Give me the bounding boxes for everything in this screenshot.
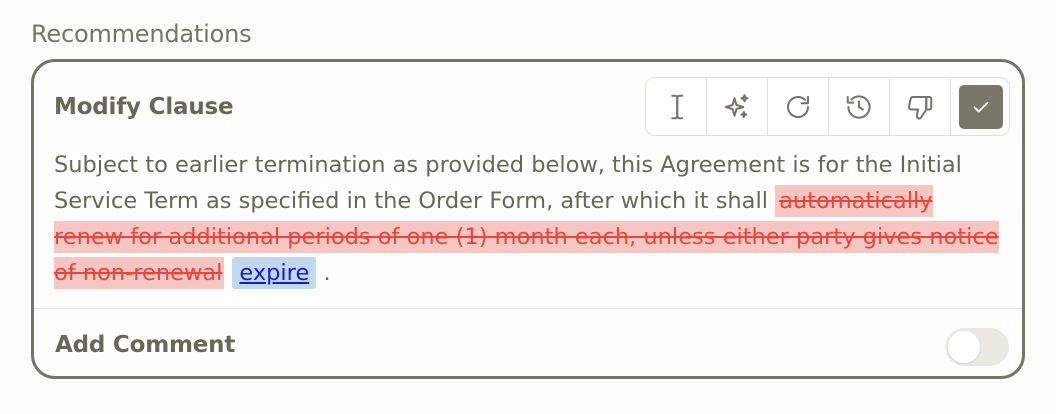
regenerate-button[interactable]: [768, 78, 829, 135]
history-button[interactable]: [829, 78, 890, 135]
clause-toolbar: [645, 77, 1010, 136]
section-title: Recommendations: [31, 20, 252, 48]
ai-rewrite-button[interactable]: [707, 78, 768, 135]
refresh-icon: [787, 95, 809, 118]
divider: [34, 308, 1022, 309]
accept-checkbox[interactable]: [959, 84, 1003, 129]
add-comment-toggle[interactable]: [945, 328, 1009, 366]
clause-suffix: .: [323, 260, 331, 286]
history-icon: [846, 94, 871, 119]
edit-text-button[interactable]: [646, 78, 707, 135]
clause-text: Subject to earlier termination as provid…: [54, 147, 1004, 291]
add-comment-label: Add Comment: [55, 332, 236, 358]
text-cursor-icon: [671, 94, 684, 119]
clause-card: Modify Clause Subject to earlier termina…: [31, 59, 1025, 379]
card-title: Modify Clause: [54, 94, 234, 120]
check-icon: [973, 101, 989, 112]
inserted-text[interactable]: expire: [232, 257, 317, 289]
sparkles-icon: [724, 93, 749, 118]
toggle-knob: [948, 331, 980, 363]
thumbs-down-icon: [907, 95, 933, 119]
accept-button[interactable]: [951, 78, 1009, 135]
dislike-button[interactable]: [890, 78, 951, 135]
